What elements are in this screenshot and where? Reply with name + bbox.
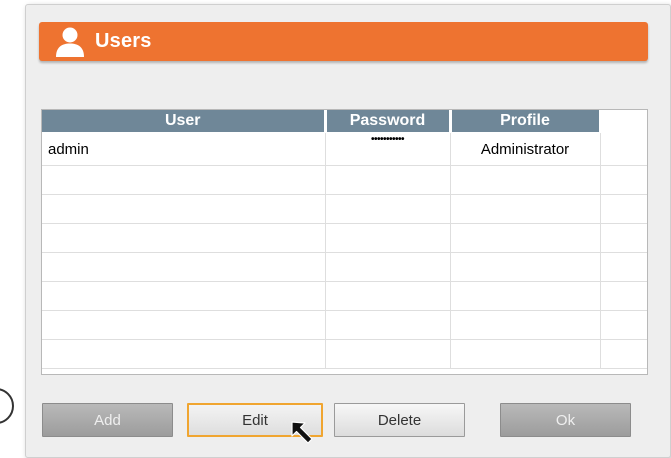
empty-cell <box>325 194 451 224</box>
empty-cell <box>450 223 601 253</box>
screen: Users User Password Profile admin ••••••… <box>0 0 671 458</box>
table-row-empty[interactable] <box>42 310 647 340</box>
empty-cell <box>600 310 647 340</box>
cell-profile: Administrator <box>450 132 601 166</box>
empty-cell <box>450 194 601 224</box>
empty-cell <box>42 281 326 311</box>
arrow-cursor-icon <box>289 419 317 447</box>
column-header-filler <box>599 110 647 133</box>
empty-cell <box>450 281 601 311</box>
table-row[interactable]: admin ••••••••••• Administrator <box>42 132 647 166</box>
table-header-row: User Password Profile <box>42 110 647 133</box>
empty-cell <box>325 339 451 369</box>
user-icon <box>55 26 85 58</box>
empty-cell <box>325 165 451 195</box>
column-header-profile[interactable]: Profile <box>450 110 602 133</box>
users-dialog: Users User Password Profile admin ••••••… <box>25 4 671 458</box>
empty-cell <box>42 339 326 369</box>
empty-cell <box>600 339 647 369</box>
empty-cell <box>325 252 451 282</box>
partial-circle-marker <box>0 388 14 424</box>
empty-cell <box>450 310 601 340</box>
empty-cell <box>450 252 601 282</box>
delete-button[interactable]: Delete <box>334 403 465 437</box>
dialog-title-bar: Users <box>39 22 648 61</box>
cell-password: ••••••••••• <box>325 132 451 166</box>
empty-cell <box>42 165 326 195</box>
cell-filler <box>600 132 647 166</box>
empty-cell <box>600 223 647 253</box>
empty-cell <box>600 252 647 282</box>
empty-cell <box>450 165 601 195</box>
empty-cell <box>325 310 451 340</box>
empty-cell <box>42 223 326 253</box>
empty-cell <box>42 310 326 340</box>
table-row-empty[interactable] <box>42 223 647 253</box>
table-row-empty[interactable] <box>42 165 647 195</box>
empty-cell <box>600 165 647 195</box>
column-header-user[interactable]: User <box>42 110 327 133</box>
table-row-empty[interactable] <box>42 339 647 369</box>
cell-user: admin <box>42 132 326 166</box>
dialog-title: Users <box>95 30 152 52</box>
empty-cell <box>600 281 647 311</box>
table-row-empty[interactable] <box>42 281 647 311</box>
users-table[interactable]: User Password Profile admin ••••••••••• … <box>41 109 648 375</box>
empty-cell <box>325 281 451 311</box>
empty-cell <box>42 252 326 282</box>
table-row-empty[interactable] <box>42 252 647 282</box>
add-button[interactable]: Add <box>42 403 173 437</box>
column-header-password[interactable]: Password <box>325 110 452 133</box>
empty-cell <box>325 223 451 253</box>
empty-cell <box>450 339 601 369</box>
empty-cell <box>600 194 647 224</box>
empty-cell <box>42 194 326 224</box>
ok-button[interactable]: Ok <box>500 403 631 437</box>
table-row-empty[interactable] <box>42 194 647 224</box>
